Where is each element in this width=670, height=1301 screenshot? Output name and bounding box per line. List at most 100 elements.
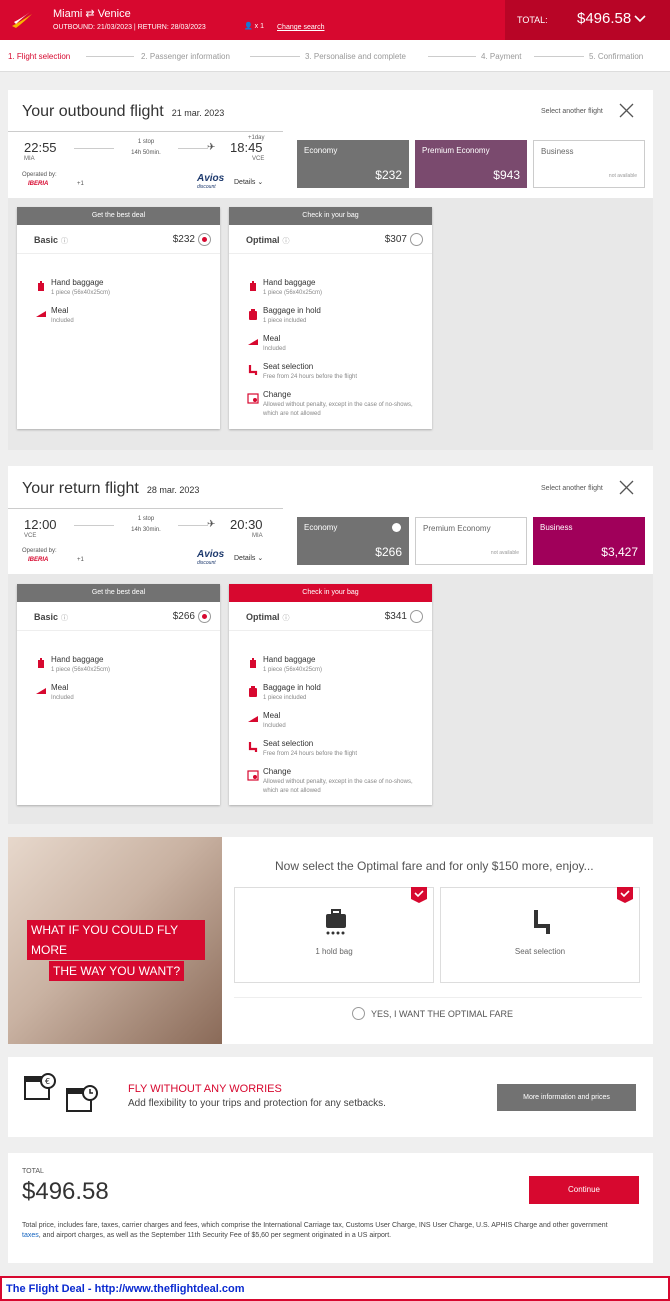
checkmark-badge-icon bbox=[411, 887, 427, 903]
taxes-link[interactable]: taxes bbox=[22, 1232, 39, 1239]
outbound-title: Your outbound flight 21 mar. 2023 bbox=[22, 103, 224, 121]
fare-name: Optimal ⓘ bbox=[246, 235, 290, 246]
feature-sub: 1 piece (56x40x25cm) bbox=[51, 290, 111, 296]
cabin-name: Economy bbox=[304, 523, 338, 532]
suitcase-icon bbox=[249, 309, 257, 320]
meal-icon bbox=[36, 311, 46, 317]
progress-steps: 1. Flight selection 2. Passenger informa… bbox=[0, 40, 670, 72]
arrival-time: 18:45 bbox=[230, 140, 263, 155]
info-icon[interactable]: ⓘ bbox=[61, 238, 68, 245]
optimal-fare-radio[interactable] bbox=[352, 1007, 365, 1020]
cabin-premium-economy: Premium Economy not available bbox=[415, 517, 527, 565]
return-date: 28 mar. 2023 bbox=[146, 485, 200, 495]
cabin-economy[interactable]: Economy $232 bbox=[297, 140, 409, 188]
feature-sub: Included bbox=[263, 346, 286, 352]
fare-banner: Check in your bag bbox=[229, 584, 432, 602]
promo-hold-bag: 1 hold bag bbox=[234, 887, 434, 983]
close-icon[interactable] bbox=[619, 480, 634, 495]
outbound-date: 21 mar. 2023 bbox=[171, 108, 225, 118]
info-icon[interactable]: ⓘ bbox=[283, 615, 290, 622]
select-another-flight[interactable]: Select another flight bbox=[541, 485, 603, 492]
return-card: Your return flight 28 mar. 2023 Select an… bbox=[8, 466, 653, 574]
avios-sub: discount bbox=[197, 184, 216, 190]
details-button[interactable]: Details ⌄ bbox=[234, 554, 263, 562]
fare-banner: Get the best deal bbox=[17, 207, 220, 225]
divider bbox=[17, 630, 220, 631]
fare-radio-selected[interactable] bbox=[198, 610, 211, 623]
feature-title: Baggage in hold bbox=[263, 306, 321, 315]
feature-sub: 1 piece (56x40x25cm) bbox=[263, 290, 323, 296]
feature-sub: 1 piece included bbox=[263, 318, 307, 324]
top-header: Miami ⇄ Venice OUTBOUND: 21/03/2023 | RE… bbox=[0, 0, 670, 40]
cabin-economy-selected[interactable]: Economy $266 bbox=[297, 517, 409, 565]
cabin-business[interactable]: Business $3,427 bbox=[533, 517, 645, 565]
hand-baggage-icon bbox=[38, 658, 44, 668]
more-info-button[interactable]: More information and prices bbox=[497, 1084, 636, 1111]
feature-sub: Included bbox=[51, 695, 74, 701]
avios-logo: Avios discount bbox=[197, 174, 224, 192]
select-another-flight[interactable]: Select another flight bbox=[541, 108, 603, 115]
calendar-clock-icon bbox=[66, 1085, 98, 1112]
seat-icon bbox=[248, 742, 258, 752]
fare-radio-selected[interactable] bbox=[198, 233, 211, 246]
info-icon[interactable]: ⓘ bbox=[283, 238, 290, 245]
price-note-text: , and airport charges, as well as the Se… bbox=[38, 1232, 392, 1239]
feature-sub: Allowed without penalty, except in the c… bbox=[263, 779, 413, 794]
cabin-name: Business bbox=[540, 523, 573, 532]
meal-icon bbox=[36, 688, 46, 694]
promo-line-1: WHAT IF YOU COULD FLY MORE bbox=[27, 920, 205, 960]
outbound-title-text: Your outbound flight bbox=[22, 103, 164, 120]
duration: 14h 50min. bbox=[131, 150, 161, 156]
calendar-euro-icon: € bbox=[24, 1073, 56, 1100]
fare-price: $266 bbox=[172, 611, 195, 622]
departure-airport: MIA bbox=[24, 156, 35, 162]
passenger-count: 👤 x 1 bbox=[244, 23, 265, 30]
cabin-name: Premium Economy bbox=[423, 524, 491, 533]
fare-basic[interactable]: Get the best deal Basic ⓘ $266 Hand bagga… bbox=[17, 584, 220, 805]
departure-airport: VCE bbox=[24, 533, 37, 539]
passenger-count-label: x 1 bbox=[254, 23, 265, 30]
info-icon[interactable]: ⓘ bbox=[61, 615, 68, 622]
stops: 1 stop bbox=[137, 516, 155, 522]
route: Miami ⇄ Venice bbox=[53, 8, 131, 20]
fare-name-text: Optimal bbox=[246, 235, 280, 245]
cabin-price: $3,427 bbox=[601, 545, 638, 559]
feature-sub: Free from 24 hours before the flight bbox=[263, 374, 358, 380]
total-amount: $496.58 bbox=[22, 1178, 109, 1205]
seat-icon bbox=[534, 910, 550, 934]
continue-button[interactable]: Continue bbox=[529, 1176, 639, 1204]
divider bbox=[229, 253, 432, 254]
fare-name: Optimal ⓘ bbox=[246, 612, 290, 623]
fare-radio[interactable] bbox=[410, 610, 423, 623]
route-line bbox=[74, 525, 114, 526]
step-divider bbox=[428, 56, 476, 57]
fare-optimal[interactable]: Check in your bag Optimal ⓘ $307 Hand bag… bbox=[229, 207, 432, 429]
iberia-logo-icon bbox=[12, 12, 32, 28]
fare-optimal[interactable]: Check in your bag Optimal ⓘ $341 Hand bag… bbox=[229, 584, 432, 805]
total-amount: $496.58 bbox=[577, 10, 632, 27]
feature-sub: Free from 24 hours before the flight bbox=[263, 751, 358, 757]
fare-basic[interactable]: Get the best deal Basic ⓘ $232 Hand bagga… bbox=[17, 207, 220, 429]
change-search-link[interactable]: Change search bbox=[277, 24, 324, 31]
cabin-business: Business not available bbox=[533, 140, 645, 188]
route-line bbox=[178, 148, 208, 149]
fare-radio[interactable] bbox=[410, 233, 423, 246]
optimal-fare-option[interactable]: YES, I WANT THE OPTIMAL FARE bbox=[371, 1009, 513, 1019]
divider bbox=[17, 253, 220, 254]
hand-baggage-icon bbox=[38, 281, 44, 291]
feature-sub: 1 piece included bbox=[263, 695, 307, 701]
return-title-text: Your return flight bbox=[22, 480, 139, 497]
seat-icon bbox=[248, 365, 258, 375]
fare-banner: Get the best deal bbox=[17, 584, 220, 602]
meal-icon bbox=[248, 716, 258, 722]
cabin-premium-economy[interactable]: Premium Economy $943 bbox=[415, 140, 527, 188]
chevron-down-icon[interactable] bbox=[633, 12, 647, 26]
header-total[interactable]: TOTAL: $496.58 bbox=[505, 0, 670, 40]
divider bbox=[8, 131, 283, 132]
details-button[interactable]: Details ⌄ bbox=[234, 178, 263, 186]
close-icon[interactable] bbox=[619, 103, 634, 118]
fare-banner: Check in your bag bbox=[229, 207, 432, 225]
feature-sub: 1 piece (56x40x25cm) bbox=[51, 667, 111, 673]
feature-title: Baggage in hold bbox=[263, 683, 321, 692]
feature-title: Seat selection bbox=[263, 362, 314, 371]
